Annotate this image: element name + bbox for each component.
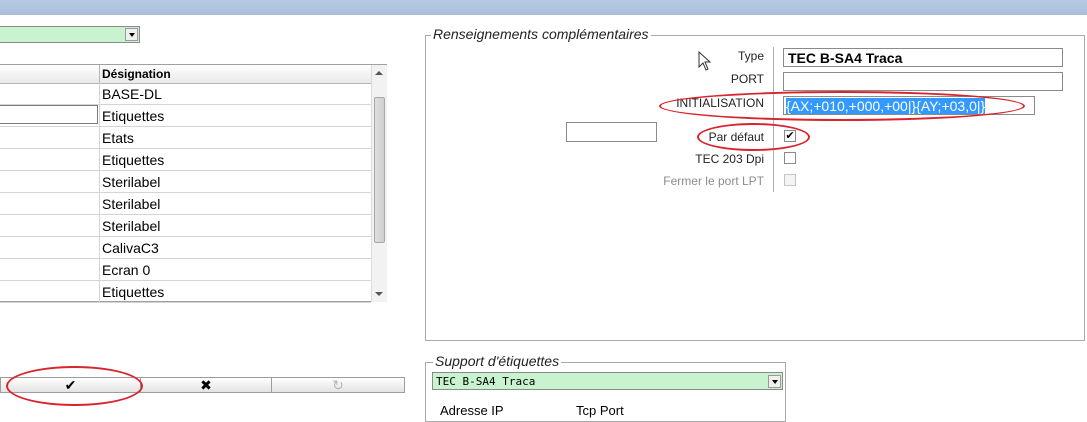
port-label: PORT — [730, 72, 764, 86]
annotation-oval-initialisation — [659, 91, 1025, 121]
type-label: Type — [737, 49, 764, 63]
table-cell-designation: Etiquettes — [102, 152, 165, 168]
cell-editor-input[interactable] — [0, 105, 98, 124]
table-cell-left[interactable] — [0, 105, 100, 126]
window-title-bar — [0, 0, 1087, 15]
table-cell-designation: BASE-DL — [102, 86, 162, 102]
table-cell-left[interactable] — [0, 193, 100, 214]
printer-grid[interactable]: Désignation BASE-DL Etiquettes Etats Eti… — [0, 64, 387, 303]
support-combobox[interactable]: TEC B-SA4 Traca — [432, 372, 783, 390]
tec203-label-row: TEC 203 Dpi — [560, 151, 764, 169]
scrollbar-thumb[interactable] — [374, 97, 385, 243]
port-field[interactable] — [783, 72, 1063, 91]
table-row[interactable]: CalivaC3 — [0, 237, 371, 259]
scroll-up-icon[interactable] — [375, 71, 383, 75]
fermer-lpt-checkbox[interactable] — [784, 174, 796, 186]
adresse-ip-label: Adresse IP — [440, 403, 504, 418]
table-cell-designation: CalivaC3 — [102, 240, 159, 256]
grid-header-column-left[interactable] — [0, 65, 100, 83]
port-label-row: PORT — [560, 71, 764, 91]
tec203-label: TEC 203 Dpi — [695, 152, 764, 166]
tec203-checkbox[interactable] — [784, 152, 796, 164]
scroll-down-icon[interactable] — [375, 292, 383, 296]
table-cell-designation: Etiquettes — [102, 284, 165, 300]
table-row[interactable]: Ecran 0 — [0, 259, 371, 281]
type-label-row: Type — [560, 48, 764, 68]
table-row[interactable]: Etiquettes — [0, 105, 371, 127]
grid-header-designation[interactable]: Désignation — [102, 67, 171, 81]
table-row[interactable]: Etiquettes — [0, 281, 371, 303]
tcp-port-label: Tcp Port — [576, 403, 624, 418]
table-cell-left[interactable] — [0, 259, 100, 280]
table-row[interactable]: Sterilabel — [0, 215, 371, 237]
table-cell-left[interactable] — [0, 171, 100, 192]
table-cell-designation: Sterilabel — [102, 174, 161, 190]
table-row[interactable]: Etats — [0, 127, 371, 149]
grid-vertical-scrollbar[interactable] — [371, 65, 387, 302]
table-cell-left[interactable] — [0, 281, 100, 302]
table-cell-designation: Etats — [102, 130, 134, 146]
table-cell-designation: Etiquettes — [102, 108, 165, 124]
table-row[interactable]: Etiquettes — [0, 149, 371, 171]
dropdown-arrow-icon[interactable] — [768, 375, 781, 388]
type-value: TEC B-SA4 Traca — [788, 50, 903, 66]
table-cell-designation: Sterilabel — [102, 218, 161, 234]
renseignements-legend: Renseignements complémentaires — [431, 26, 651, 42]
table-cell-designation: Ecran 0 — [102, 262, 151, 278]
support-selected: TEC B-SA4 Traca — [436, 375, 536, 388]
table-cell-left[interactable] — [0, 149, 100, 170]
type-field[interactable]: TEC B-SA4 Traca — [783, 48, 1063, 67]
mouse-cursor-icon — [698, 51, 712, 71]
dropdown-arrow-icon[interactable] — [125, 28, 138, 41]
table-row[interactable]: Sterilabel — [0, 171, 371, 193]
fermer-lpt-label: Fermer le port LPT — [663, 174, 764, 188]
annotation-oval-validate — [6, 366, 143, 406]
annotation-oval-par-defaut — [697, 123, 810, 151]
table-cell-left[interactable] — [0, 237, 100, 258]
table-cell-designation: Sterilabel — [102, 196, 161, 212]
grid-header: Désignation — [0, 65, 371, 84]
table-row[interactable]: Sterilabel — [0, 193, 371, 215]
table-cell-left[interactable] — [0, 215, 100, 236]
undo-button[interactable]: ↻ — [271, 377, 405, 393]
close-icon: ✖ — [200, 377, 212, 393]
fermer-lpt-label-row: Fermer le port LPT — [560, 173, 764, 191]
undo-icon: ↻ — [332, 377, 344, 393]
table-cell-left[interactable] — [0, 83, 100, 104]
filter-combobox[interactable] — [0, 26, 140, 43]
support-legend: Support d'étiquettes — [433, 353, 562, 369]
table-row[interactable]: BASE-DL — [0, 83, 371, 105]
table-cell-left[interactable] — [0, 127, 100, 148]
cancel-button[interactable]: ✖ — [140, 377, 272, 393]
